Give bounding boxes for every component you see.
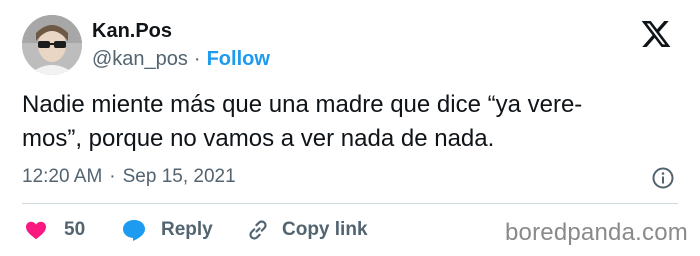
author-name[interactable]: Kan.Pos — [92, 20, 172, 43]
avatar-image — [22, 15, 82, 75]
author-handle-line: @kan_pos · Follow — [92, 48, 270, 71]
copy-link-label: Copy link — [282, 219, 368, 240]
tweet-timestamp[interactable]: 12:20 AM · Sep 15, 2021 — [22, 166, 236, 188]
copy-link-button[interactable]: Copy link — [246, 216, 368, 244]
tweet-text-line-2: mos”, porque no vamos a ver nada de nada… — [22, 125, 495, 152]
like-button[interactable]: 50 — [24, 216, 85, 244]
handle-separator: · — [193, 48, 201, 70]
meta-separator: · — [109, 166, 116, 187]
tweet-card: Kan.Pos @kan_pos · Follow Nadie miente más… — [0, 0, 700, 256]
watermark: boredpanda.com — [505, 219, 688, 246]
x-logo-icon[interactable] — [639, 18, 673, 50]
follow-button[interactable]: Follow — [207, 48, 270, 70]
divider — [22, 203, 678, 204]
tweet-text: Nadie miente más que una madre que dice … — [22, 88, 672, 156]
heart-icon — [26, 221, 46, 240]
info-icon[interactable] — [651, 166, 675, 190]
reply-button[interactable]: Reply — [121, 216, 213, 244]
tweet-time: 12:20 AM — [22, 166, 103, 187]
author-handle[interactable]: @kan_pos — [92, 48, 188, 70]
avatar[interactable] — [22, 15, 82, 75]
tweet-text-line-1: Nadie miente más que una madre que dice … — [22, 91, 583, 118]
reply-label: Reply — [161, 219, 213, 240]
speech-bubble-icon — [123, 220, 145, 241]
like-count: 50 — [64, 219, 86, 240]
link-icon — [249, 220, 267, 240]
tweet-date: Sep 15, 2021 — [122, 166, 236, 187]
